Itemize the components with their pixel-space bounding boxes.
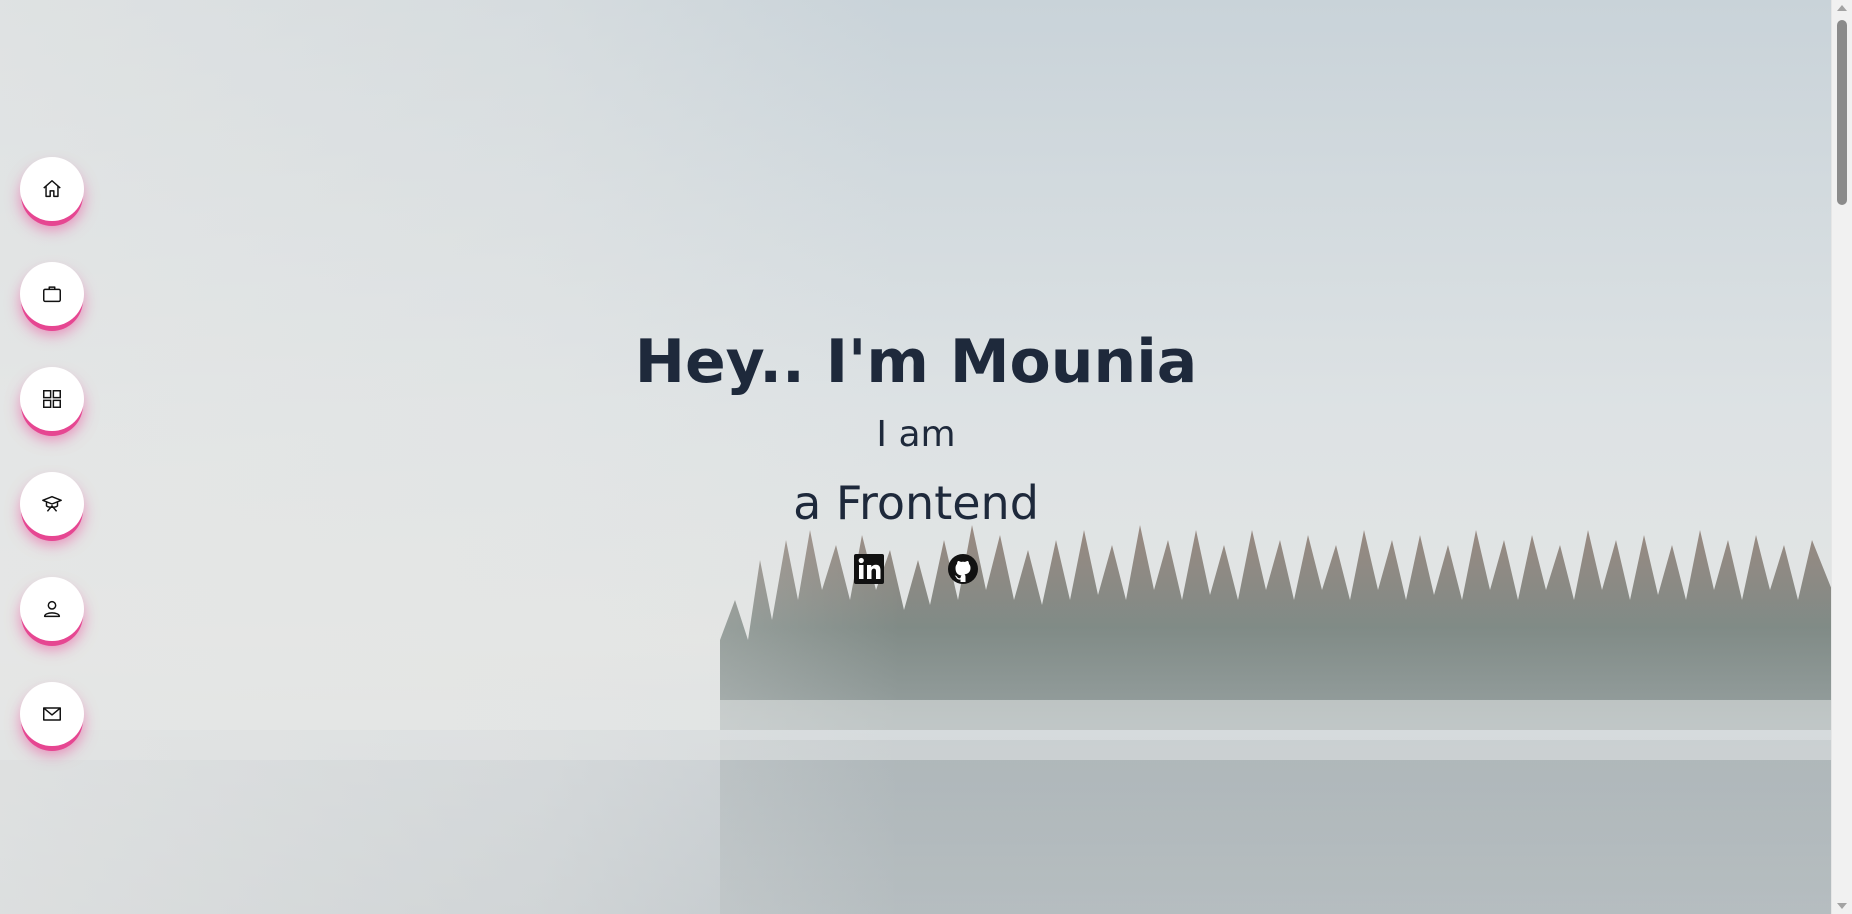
page: Hey.. I'm Mounia I am a Frontend bbox=[0, 0, 1852, 914]
scroll-up-arrow-icon[interactable] bbox=[1837, 5, 1847, 11]
vertical-scrollbar[interactable] bbox=[1831, 0, 1852, 914]
linkedin-icon bbox=[854, 554, 884, 584]
hero-role-typing: a Frontend bbox=[793, 476, 1039, 530]
scroll-down-arrow-icon[interactable] bbox=[1837, 903, 1847, 909]
social-links bbox=[852, 552, 992, 588]
hero-subtitle: I am bbox=[876, 414, 956, 455]
hero-section: Hey.. I'm Mounia I am a Frontend bbox=[0, 0, 1832, 914]
github-link[interactable] bbox=[946, 552, 980, 586]
github-icon bbox=[948, 554, 978, 584]
scrollbar-thumb[interactable] bbox=[1837, 20, 1847, 205]
hero-title: Hey.. I'm Mounia bbox=[634, 327, 1198, 397]
linkedin-link[interactable] bbox=[852, 552, 886, 586]
